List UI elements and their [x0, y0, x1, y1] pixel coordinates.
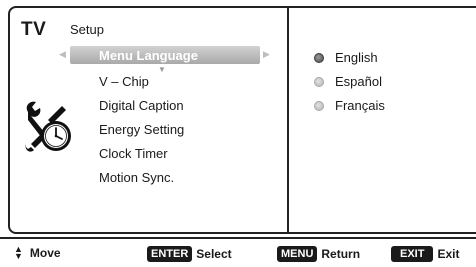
hint-return: MENU Return [277, 246, 360, 262]
option-label: Español [335, 74, 382, 89]
panel-divider [287, 6, 289, 234]
tv-logo: TV [21, 19, 47, 40]
menu-item-energy-setting[interactable]: Energy Setting [99, 122, 184, 137]
menu-item-menu-language[interactable]: Menu Language [99, 48, 198, 63]
menu-item-digital-caption[interactable]: Digital Caption [99, 98, 184, 113]
menu-item-clock-timer[interactable]: Clock Timer [99, 146, 168, 161]
radio-unselected-icon [314, 100, 324, 111]
left-arrow-icon[interactable]: ◀ [59, 49, 66, 60]
radio-unselected-icon [314, 76, 324, 87]
hint-move: ▲ ▼ Move [14, 244, 61, 261]
up-down-arrows-icon: ▲ ▼ [14, 244, 23, 261]
section-title: Setup [70, 22, 104, 37]
right-arrow-icon[interactable]: ▶ [263, 49, 270, 60]
hint-exit-label: Exit [437, 247, 460, 261]
down-arrow-icon: ▼ [158, 65, 166, 74]
option-label: Français [335, 98, 385, 113]
wrench-clock-icon [25, 101, 71, 152]
menu-key-badge: MENU [277, 246, 318, 262]
hint-exit: EXIT Exit [391, 246, 459, 262]
option-francais[interactable]: Français [314, 98, 385, 113]
tv-setup-screen: TV Setup ◀ ▶ ▼ Menu Language V – Chip Di… [0, 0, 476, 267]
option-english[interactable]: English [314, 50, 378, 65]
option-label: English [335, 50, 378, 65]
hint-move-label: Move [29, 246, 61, 260]
menu-item-v-chip[interactable]: V – Chip [99, 74, 149, 89]
menu-item-motion-sync[interactable]: Motion Sync. [99, 170, 174, 185]
radio-selected-icon [314, 52, 324, 63]
option-espanol[interactable]: Español [314, 74, 382, 89]
hint-select-label: Select [196, 247, 232, 261]
exit-key-badge: EXIT [391, 246, 434, 262]
hint-select: ENTER Select [147, 246, 232, 262]
hint-return-label: Return [321, 247, 361, 261]
footer-divider [0, 237, 476, 239]
menu-frame [8, 6, 476, 234]
enter-key-badge: ENTER [147, 246, 193, 262]
